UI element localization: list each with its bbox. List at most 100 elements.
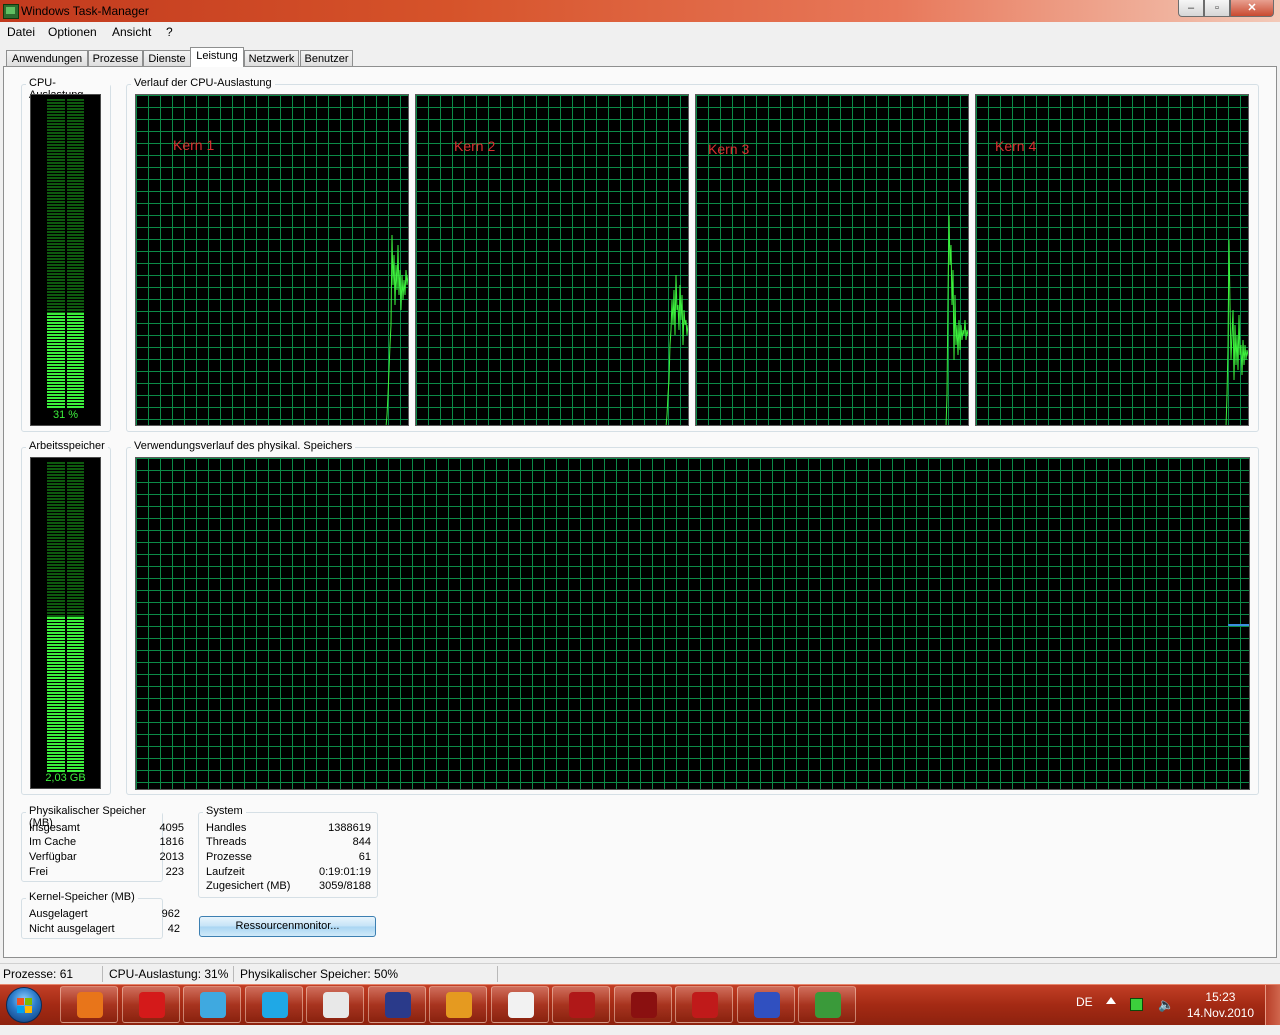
- core-4-graph: Kern 4: [975, 94, 1249, 426]
- status-bar: Prozesse: 61 CPU-Auslastung: 31% Physika…: [0, 963, 1280, 984]
- taskbar-button[interactable]: [736, 986, 795, 1023]
- system-table: Handles 1388619 Threads 844 Prozesse 61 Lau…: [206, 822, 371, 894]
- task-manager-icon: [3, 4, 19, 19]
- tab-netzwerk[interactable]: Netzwerk: [244, 50, 299, 66]
- taskbar-button[interactable]: [675, 986, 733, 1023]
- menu-optionen[interactable]: Optionen: [48, 25, 97, 39]
- wizard-icon: [753, 992, 780, 1018]
- speaker-icon[interactable]: 🔈: [1158, 997, 1174, 1012]
- stat-row: Prozesse 61: [206, 851, 371, 865]
- taskbar-button[interactable]: [429, 986, 487, 1023]
- core-1-graph: Kern 1: [135, 94, 409, 426]
- tab-leistung[interactable]: Leistung: [190, 47, 244, 67]
- close-button[interactable]: ✕: [1230, 0, 1274, 17]
- stat-row: Zugesichert (MB) 3059/8188: [206, 880, 371, 894]
- stat-value: 962: [161, 908, 180, 920]
- minimize-button[interactable]: –: [1178, 0, 1204, 17]
- stat-row: Verfügbar 2013: [29, 851, 184, 865]
- core-4-trace: [1225, 239, 1248, 425]
- stat-value: 3059/8188: [319, 880, 371, 892]
- stat-row: Insgesamt 4095: [29, 822, 184, 836]
- taskbar-button[interactable]: [490, 986, 549, 1023]
- taskbar-button[interactable]: [60, 986, 118, 1023]
- taskbar-button[interactable]: [613, 986, 672, 1023]
- stat-value: 42: [167, 923, 180, 935]
- stat-key: Frei: [29, 866, 48, 878]
- skype-icon: [261, 992, 288, 1018]
- taskbar: DE 🔈 15:23 14.Nov.2010: [0, 984, 1280, 1025]
- status-cpu: CPU-Auslastung: 31%: [109, 967, 229, 981]
- core-2-graph: Kern 2: [415, 94, 689, 426]
- cpu-usage-value: 31 %: [52, 409, 79, 421]
- status-separator: [233, 966, 234, 982]
- stat-value: 4095: [159, 822, 184, 834]
- stat-row: Threads 844: [206, 836, 371, 850]
- shield-game-icon: [569, 992, 595, 1018]
- core-3-graph: Kern 3: [695, 94, 969, 426]
- media-player-icon: [77, 992, 103, 1018]
- stat-key: Handles: [206, 822, 247, 834]
- tab-prozesse[interactable]: Prozesse: [88, 50, 143, 66]
- memory-history-graph: [135, 457, 1250, 790]
- stat-row: Nicht ausgelagert 42: [29, 923, 180, 937]
- clock[interactable]: 15:23 14.Nov.2010: [1187, 989, 1254, 1021]
- task-manager-tray-icon[interactable]: [1130, 998, 1143, 1011]
- stat-row: Laufzeit 0:19:01:19: [206, 866, 371, 880]
- stat-value: 1388619: [328, 822, 371, 834]
- dr2-game-icon: [384, 992, 411, 1018]
- stat-row: Handles 1388619: [206, 822, 371, 836]
- taskbar-button[interactable]: [798, 986, 856, 1023]
- messenger-icon: [200, 992, 226, 1018]
- memory-history-trace: [1228, 624, 1249, 626]
- tab-dienste[interactable]: Dienste: [143, 50, 191, 66]
- menu-datei[interactable]: Datei: [7, 25, 35, 39]
- stat-key: Ausgelagert: [29, 908, 88, 920]
- resource-monitor-button[interactable]: Ressourcenmonitor...: [199, 916, 376, 937]
- maximize-button[interactable]: ▫: [1204, 0, 1230, 17]
- memory-label: Arbeitsspeicher: [26, 440, 108, 452]
- stat-key: Im Cache: [29, 836, 77, 848]
- kernel-memory-table: Ausgelagert 962 Nicht ausgelagert 42: [29, 908, 180, 938]
- stat-value: 61: [358, 851, 371, 863]
- core-2-trace: [665, 274, 688, 425]
- stat-value: 844: [352, 836, 371, 848]
- memory-history-label: Verwendungsverlauf des physikal. Speiche…: [131, 440, 356, 452]
- crossfire-icon: [630, 992, 657, 1018]
- start-button[interactable]: [6, 987, 42, 1023]
- stat-value: 2013: [159, 851, 184, 863]
- cpu-meter-fill: [47, 313, 84, 409]
- tab-anwendungen[interactable]: Anwendungen: [6, 50, 88, 66]
- clock-date: 14.Nov.2010: [1186, 1006, 1254, 1020]
- stat-value: 223: [165, 866, 184, 878]
- cpu-usage-meter: 31 %: [30, 94, 101, 426]
- memory-meter: 2,03 GB: [30, 457, 101, 789]
- taskbar-button[interactable]: [183, 986, 241, 1023]
- cat-icon: [507, 992, 534, 1018]
- show-desktop-button[interactable]: [1265, 985, 1280, 1025]
- stat-key: Nicht ausgelagert: [29, 923, 115, 935]
- taskbar-button[interactable]: [121, 986, 180, 1023]
- show-hidden-icons-icon[interactable]: [1106, 997, 1116, 1004]
- core-1-trace: [385, 234, 408, 425]
- taskbar-button[interactable]: [552, 986, 610, 1023]
- stat-key: Verfügbar: [29, 851, 77, 863]
- taskbar-button[interactable]: [244, 986, 303, 1023]
- windows-logo-icon: [17, 998, 33, 1014]
- menu-help[interactable]: ?: [166, 25, 173, 39]
- tab-benutzer[interactable]: Benutzer: [300, 50, 353, 66]
- stat-row: Ausgelagert 962: [29, 908, 180, 922]
- taskbar-button[interactable]: [306, 986, 364, 1023]
- tab-strip: Anwendungen Prozesse Dienste Leistung Ne…: [0, 41, 1280, 67]
- language-indicator[interactable]: DE: [1076, 995, 1093, 1035]
- stat-row: Frei 223: [29, 866, 184, 880]
- title-bar: Windows Task-Manager – ▫ ✕: [0, 0, 1280, 22]
- stat-key: Threads: [206, 836, 247, 848]
- taskbar-button[interactable]: [367, 986, 426, 1023]
- memory-value: 2,03 GB: [45, 772, 86, 784]
- stat-key: Zugesichert (MB): [206, 880, 291, 892]
- scorpion-icon: [323, 992, 349, 1018]
- system-title: System: [203, 805, 246, 817]
- stat-value: 0:19:01:19: [319, 866, 371, 878]
- status-processes: Prozesse: 61: [3, 967, 74, 981]
- menu-ansicht[interactable]: Ansicht: [112, 25, 151, 39]
